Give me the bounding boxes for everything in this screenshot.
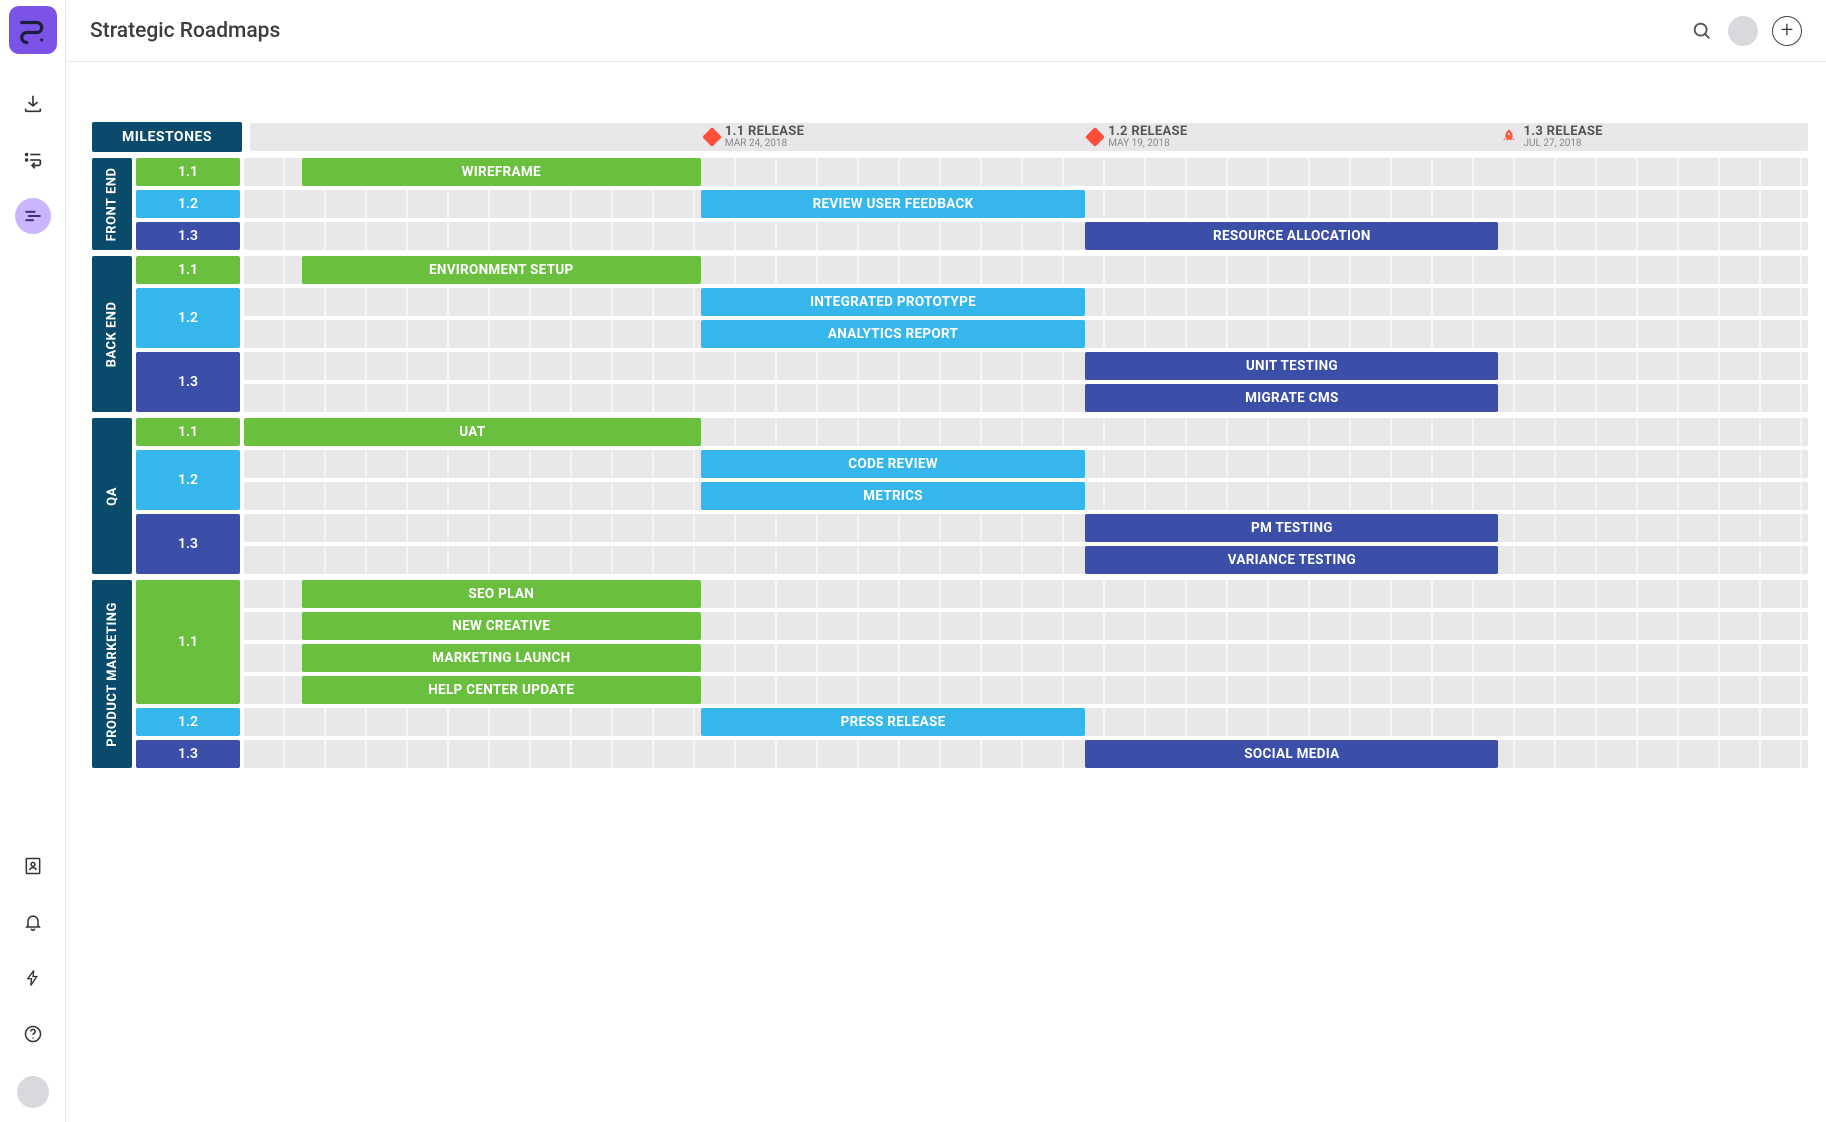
task-bar[interactable]: SEO PLAN <box>302 580 701 608</box>
import-icon[interactable] <box>15 86 51 122</box>
task-bar[interactable]: HELP CENTER UPDATE <box>302 676 701 704</box>
version-label[interactable]: 1.3 <box>136 514 240 574</box>
help-icon[interactable] <box>15 1016 51 1052</box>
milestone-title: 1.2 RELEASE <box>1108 125 1187 138</box>
timeline-icon[interactable] <box>15 198 51 234</box>
milestones-label: MILESTONES <box>92 122 242 152</box>
milestone-1[interactable]: 1.1 RELEASEMAR 24, 2018 <box>705 123 804 151</box>
version-label[interactable]: 1.1 <box>136 418 240 446</box>
task-track: INTEGRATED PROTOTYPE <box>244 288 1808 316</box>
search-icon[interactable] <box>1690 19 1714 43</box>
task-bar[interactable]: MIGRATE CMS <box>1085 384 1498 412</box>
lane-sub: 1.3 UNIT TESTING MIGRATE CMS <box>136 352 1808 412</box>
lane-title: FRONT END <box>92 158 132 250</box>
task-bar[interactable]: PM TESTING <box>1085 514 1498 542</box>
task-track: PRESS RELEASE <box>244 708 1808 736</box>
milestone-2[interactable]: 1.2 RELEASEMAY 19, 2018 <box>1088 123 1187 151</box>
milestone-date: MAY 19, 2018 <box>1108 139 1187 149</box>
task-bar[interactable]: PRESS RELEASE <box>701 708 1086 736</box>
version-label[interactable]: 1.2 <box>136 708 240 736</box>
task-track: UAT <box>244 418 1808 446</box>
bolt-icon[interactable] <box>15 960 51 996</box>
task-bar[interactable]: NEW CREATIVE <box>302 612 701 640</box>
lane: PRODUCT MARKETING1.1 SEO PLAN NEW CREATIVE… <box>92 580 1808 768</box>
rocket-icon <box>1500 128 1518 146</box>
task-track: REVIEW USER FEEDBACK <box>244 190 1808 218</box>
task-bar[interactable]: REVIEW USER FEEDBACK <box>701 190 1086 218</box>
lane-sub: 1.3 SOCIAL MEDIA <box>136 740 1808 768</box>
milestone-track: 1.1 RELEASEMAR 24, 2018 1.2 RELEASEMAY 19… <box>250 123 1808 151</box>
task-bar[interactable]: RESOURCE ALLOCATION <box>1085 222 1498 250</box>
task-track: METRICS <box>244 482 1808 510</box>
version-label[interactable]: 1.1 <box>136 256 240 284</box>
task-track: CODE REVIEW <box>244 450 1808 478</box>
lane: BACK END1.1 ENVIRONMENT SETUP 1.2 INTEGRATE… <box>92 256 1808 412</box>
lane-sub: 1.2 INTEGRATED PROTOTYPE ANALYTICS REPORT <box>136 288 1808 348</box>
version-label[interactable]: 1.3 <box>136 740 240 768</box>
add-button[interactable]: + <box>1772 16 1802 46</box>
task-bar[interactable]: ANALYTICS REPORT <box>701 320 1086 348</box>
lane-sub: 1.2 PRESS RELEASE <box>136 708 1808 736</box>
lane-sub: 1.2 REVIEW USER FEEDBACK <box>136 190 1808 218</box>
task-bar[interactable]: VARIANCE TESTING <box>1085 546 1498 574</box>
page-title: Strategic Roadmaps <box>90 19 280 43</box>
milestone-date: MAR 24, 2018 <box>725 139 804 149</box>
task-bar[interactable]: UNIT TESTING <box>1085 352 1498 380</box>
task-track: SOCIAL MEDIA <box>244 740 1808 768</box>
task-track: MIGRATE CMS <box>244 384 1808 412</box>
task-track: ANALYTICS REPORT <box>244 320 1808 348</box>
user-avatar-small[interactable] <box>17 1076 49 1108</box>
task-track: MARKETING LAUNCH <box>244 644 1808 672</box>
task-bar[interactable]: WIREFRAME <box>302 158 701 186</box>
task-bar[interactable]: METRICS <box>701 482 1086 510</box>
diamond-icon <box>702 127 722 147</box>
page-header: Strategic Roadmaps + <box>66 0 1826 62</box>
version-label[interactable]: 1.2 <box>136 190 240 218</box>
task-track: PM TESTING <box>244 514 1808 542</box>
task-bar[interactable]: ENVIRONMENT SETUP <box>302 256 701 284</box>
lane: FRONT END1.1 WIREFRAME 1.2 REVIEW USER FEED… <box>92 158 1808 250</box>
version-label[interactable]: 1.2 <box>136 450 240 510</box>
milestone-title: 1.1 RELEASE <box>725 125 804 138</box>
task-track: HELP CENTER UPDATE <box>244 676 1808 704</box>
lane-sub: 1.3 RESOURCE ALLOCATION <box>136 222 1808 250</box>
version-label[interactable]: 1.1 <box>136 580 240 704</box>
list-return-icon[interactable] <box>15 142 51 178</box>
task-bar[interactable]: MARKETING LAUNCH <box>302 644 701 672</box>
app-logo[interactable] <box>9 6 57 54</box>
milestone-3[interactable]: 1.3 RELEASEJUL 27, 2018 <box>1500 123 1603 151</box>
version-label[interactable]: 1.3 <box>136 222 240 250</box>
task-track: ENVIRONMENT SETUP <box>244 256 1808 284</box>
task-bar[interactable]: INTEGRATED PROTOTYPE <box>701 288 1086 316</box>
lane-sub: 1.1 SEO PLAN NEW CREATIVE MARKETING LAUNCH H… <box>136 580 1808 704</box>
user-avatar[interactable] <box>1728 16 1758 46</box>
lane-title: BACK END <box>92 256 132 412</box>
lane-sub: 1.3 PM TESTING VARIANCE TESTING <box>136 514 1808 574</box>
version-label[interactable]: 1.3 <box>136 352 240 412</box>
left-nav-rail <box>0 0 66 1122</box>
lane-sub: 1.1 WIREFRAME <box>136 158 1808 186</box>
bell-icon[interactable] <box>15 904 51 940</box>
task-bar[interactable]: CODE REVIEW <box>701 450 1086 478</box>
contacts-icon[interactable] <box>15 848 51 884</box>
lane-sub: 1.1UAT <box>136 418 1808 446</box>
task-bar[interactable]: SOCIAL MEDIA <box>1085 740 1498 768</box>
milestone-date: JUL 27, 2018 <box>1524 139 1603 149</box>
lane: QA1.1UAT1.2CODE REVIEWMETRICS1.3PM TESTI… <box>92 418 1808 574</box>
task-bar[interactable]: UAT <box>244 418 701 446</box>
lane-title: PRODUCT MARKETING <box>92 580 132 768</box>
task-track: SEO PLAN <box>244 580 1808 608</box>
milestone-title: 1.3 RELEASE <box>1524 125 1603 138</box>
task-track: RESOURCE ALLOCATION <box>244 222 1808 250</box>
version-label[interactable]: 1.2 <box>136 288 240 348</box>
task-track: VARIANCE TESTING <box>244 546 1808 574</box>
diamond-icon <box>1085 127 1105 147</box>
task-track: NEW CREATIVE <box>244 612 1808 640</box>
version-label[interactable]: 1.1 <box>136 158 240 186</box>
task-track: UNIT TESTING <box>244 352 1808 380</box>
lane-sub: 1.1 ENVIRONMENT SETUP <box>136 256 1808 284</box>
task-track: WIREFRAME <box>244 158 1808 186</box>
lane-title: QA <box>92 418 132 574</box>
lane-sub: 1.2 CODE REVIEW METRICS <box>136 450 1808 510</box>
